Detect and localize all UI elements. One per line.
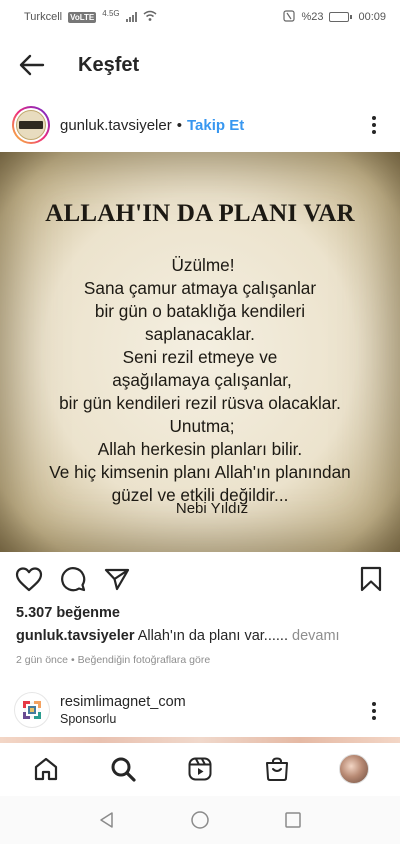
nav-shop-button[interactable] — [255, 747, 299, 791]
clock: 00:09 — [358, 11, 386, 23]
post-time: 2 gün önce — [16, 654, 68, 666]
nav-reels-button[interactable] — [178, 747, 222, 791]
share-button[interactable] — [102, 564, 132, 594]
system-nav — [0, 796, 400, 844]
post-caption: gunluk.tavsiyeler Allah'ın da planı var.… — [16, 628, 386, 644]
network-type: 4.5G — [102, 8, 120, 18]
image-line: Unutma; — [169, 416, 235, 436]
more-vertical-icon — [372, 116, 376, 120]
dot-separator: • — [176, 116, 182, 134]
sponsored-username[interactable]: resimlimagnet_com — [60, 694, 186, 710]
send-icon — [104, 568, 130, 591]
post-header: gunluk.tavsiyeler • Takip Et — [0, 102, 400, 148]
avatar-logo — [19, 121, 43, 129]
more-dot — [372, 716, 376, 720]
recommendation-reason: Beğendiğin fotoğraflara göre — [77, 654, 211, 666]
battery-percent: %23 — [301, 11, 324, 23]
page-title: Keşfet — [78, 53, 140, 76]
heart-icon — [15, 567, 43, 592]
sponsored-text: resimlimagnet_com Sponsorlu — [60, 694, 186, 726]
triangle-back-icon — [99, 812, 113, 828]
image-line: Üzülme! — [171, 255, 235, 275]
search-icon — [111, 757, 136, 782]
meta-separator: • — [70, 654, 75, 666]
post-meta: 2 gün önce • Beğendiğin fotoğraflara göre — [16, 654, 210, 666]
nfc-icon — [283, 9, 296, 25]
reels-icon — [188, 757, 212, 781]
image-line: Sana çamur atmaya çalışanlar — [83, 278, 317, 298]
more-dot — [372, 130, 376, 134]
battery-icon — [329, 12, 353, 22]
avatar-image — [16, 110, 46, 140]
like-button[interactable] — [14, 564, 44, 594]
carrier-label: Turkcell — [24, 11, 63, 23]
square-recents-icon — [285, 812, 302, 828]
caption-more-link[interactable]: devamı — [288, 628, 340, 644]
more-dot — [372, 709, 376, 713]
back-button[interactable] — [14, 47, 50, 83]
sponsored-label: Sponsorlu — [60, 712, 117, 726]
image-line: aşağılamaya çalışanlar, — [112, 370, 292, 390]
save-button[interactable] — [356, 564, 386, 594]
bottom-nav — [0, 743, 400, 795]
system-home-button[interactable] — [182, 802, 218, 838]
volte-badge: VoLTE — [68, 11, 97, 23]
caption-text: Allah'ın da planı var...... — [134, 628, 288, 644]
system-recents-button[interactable] — [275, 802, 311, 838]
image-line: saplanacaklar. — [145, 324, 255, 344]
image-line: Seni rezil etmeye ve — [122, 347, 278, 367]
comment-icon — [61, 567, 86, 592]
image-text: Üzülme! Sana çamur atmaya çalışanlar bir… — [0, 254, 400, 507]
more-dot — [372, 123, 376, 127]
nav-home-button[interactable] — [24, 747, 68, 791]
arrow-left-icon — [19, 54, 45, 76]
more-vertical-icon — [372, 702, 376, 706]
sponsored-post-header: resimlimagnet_com Sponsorlu — [0, 688, 400, 732]
post-avatar[interactable] — [12, 106, 50, 144]
image-line: bir gün o bataklığa kendileri — [94, 301, 306, 321]
caption-username[interactable]: gunluk.tavsiyeler — [16, 628, 134, 644]
status-bar: Turkcell VoLTE 4.5G %23 00:09 — [0, 0, 400, 34]
image-author: Nebi Yıldız — [175, 500, 249, 517]
app-header: Keşfet — [0, 42, 400, 88]
image-title: ALLAH'IN DA PLANI VAR — [45, 200, 355, 227]
post-actions — [0, 560, 400, 598]
image-line: bir gün kendileri rezil rüsva olacaklar. — [59, 393, 341, 413]
sponsored-more-button[interactable] — [362, 694, 386, 728]
status-left: Turkcell VoLTE 4.5G — [24, 8, 157, 25]
bookmark-icon — [360, 566, 382, 592]
magnet-logo-icon — [23, 701, 41, 719]
nav-search-button[interactable] — [101, 747, 145, 791]
image-line: Ve hiç kimsenin planı Allah'ın planından — [49, 462, 351, 482]
system-back-button[interactable] — [89, 802, 125, 838]
post-more-button[interactable] — [362, 108, 386, 142]
circle-home-icon — [191, 811, 209, 829]
nav-profile-button[interactable] — [332, 747, 376, 791]
status-right: %23 00:09 — [283, 9, 386, 25]
follow-button[interactable]: Takip Et — [187, 117, 244, 134]
shop-icon — [265, 757, 288, 781]
signal-icon — [125, 12, 137, 22]
home-icon — [35, 757, 58, 781]
post-username[interactable]: gunluk.tavsiyeler — [60, 117, 172, 134]
comment-button[interactable] — [58, 564, 88, 594]
wifi-icon — [143, 10, 157, 25]
likes-count[interactable]: 5.307 beğenme — [16, 605, 120, 621]
post-image[interactable]: ALLAH'IN DA PLANI VAR Üzülme! Sana çamur… — [0, 152, 400, 552]
image-line: Allah herkesin planları bilir. — [97, 439, 303, 459]
profile-avatar — [338, 754, 369, 784]
sponsored-avatar[interactable] — [14, 692, 50, 728]
avatar-ring — [14, 108, 48, 142]
